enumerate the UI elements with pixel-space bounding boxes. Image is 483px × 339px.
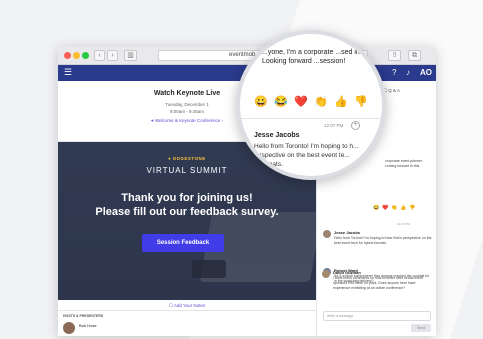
send-button[interactable]: Send <box>411 324 431 332</box>
minimize-window-button[interactable] <box>73 52 80 59</box>
reaction-thumbs-up-icon[interactable]: 👍 <box>400 205 406 211</box>
help-icon[interactable]: ? <box>392 68 396 78</box>
chat-message: David Guzman I think Bob's comments on h… <box>322 270 432 296</box>
thanks-heading: Thank you for joining us! <box>121 192 253 204</box>
presenter-avatar[interactable] <box>63 322 75 334</box>
zoomed-timestamp: 12:07 PM <box>324 123 344 128</box>
hosts-label: HOSTS & PRESENTERS <box>63 314 104 318</box>
reaction-laugh-icon[interactable]: 😂 <box>373 205 379 211</box>
add-reaction-icon[interactable]: + <box>351 121 360 130</box>
chat-message: Jesse Jacobs Hello from Toronto! I'm hop… <box>323 230 433 258</box>
session-feedback-button[interactable]: Session Feedback <box>142 234 224 252</box>
chat-text: Hello from Toronto! I'm hoping to hear B… <box>334 236 432 245</box>
reaction-laugh-icon[interactable]: 😂 <box>274 96 288 109</box>
message-input[interactable]: Write a message <box>323 311 431 321</box>
zoom-magnifier: ...yone, I'm a corporate ...sed in NYC. … <box>236 30 386 180</box>
zoomed-message-body: Hello from Toronto! I'm hoping to h... .… <box>254 143 359 168</box>
reaction-clap-icon[interactable]: 👏 <box>391 205 397 211</box>
reaction-bar: 😀 😂 ❤️ 👏 👍 👎 <box>254 96 374 110</box>
add-notes-link[interactable]: ☐ Add Your Notes <box>58 300 316 311</box>
close-window-button[interactable] <box>64 52 71 59</box>
share-icon[interactable]: ⇧ <box>388 50 401 61</box>
divider <box>240 118 382 119</box>
reaction-thumbs-down-icon[interactable]: 👎 <box>354 96 368 109</box>
chat-text: I think Bob's comments on how to better … <box>333 276 423 290</box>
presenter-name[interactable]: Bob Hose <box>79 323 97 328</box>
zoomed-author: Jesse Jacobs <box>254 132 300 139</box>
reaction-clap-icon[interactable]: 👏 <box>314 96 328 109</box>
tabs-icon[interactable]: ⧉ <box>408 50 421 61</box>
chat-author: Jesse Jacobs <box>334 230 361 235</box>
chat-timestamp: 12:07 PM <box>397 222 410 226</box>
reaction-thumbs-down-icon[interactable]: 👎 <box>409 205 415 211</box>
reaction-heart-icon[interactable]: ❤️ <box>382 205 388 211</box>
chat-author: David Guzman <box>333 270 361 275</box>
reaction-smile-icon[interactable]: 😀 <box>254 96 268 109</box>
avatar <box>322 270 330 278</box>
tab-qa[interactable]: ☐ Q & A <box>383 88 400 94</box>
menu-icon[interactable]: ☰ <box>64 67 72 78</box>
bell-icon[interactable]: ♪ <box>406 68 410 78</box>
hosts-section: HOSTS & PRESENTERS Bob Hose <box>58 311 316 336</box>
survey-heading: Please fill out our feedback survey. <box>95 206 279 218</box>
zoomed-message-text: ...yone, I'm a corporate ...sed in NYC. … <box>262 49 379 65</box>
chat-preview-text: corporate event planner coming forward t… <box>385 159 422 168</box>
user-avatar[interactable]: AO <box>420 68 432 78</box>
reaction-thumbs-up-icon[interactable]: 👍 <box>334 96 348 109</box>
reaction-heart-icon[interactable]: ❤️ <box>294 96 308 109</box>
maximize-window-button[interactable] <box>82 52 89 59</box>
sidebar-icon[interactable]: ▥ <box>124 50 137 61</box>
back-icon[interactable]: ‹ <box>94 50 105 61</box>
avatar <box>323 230 331 238</box>
forward-icon[interactable]: › <box>107 50 118 61</box>
